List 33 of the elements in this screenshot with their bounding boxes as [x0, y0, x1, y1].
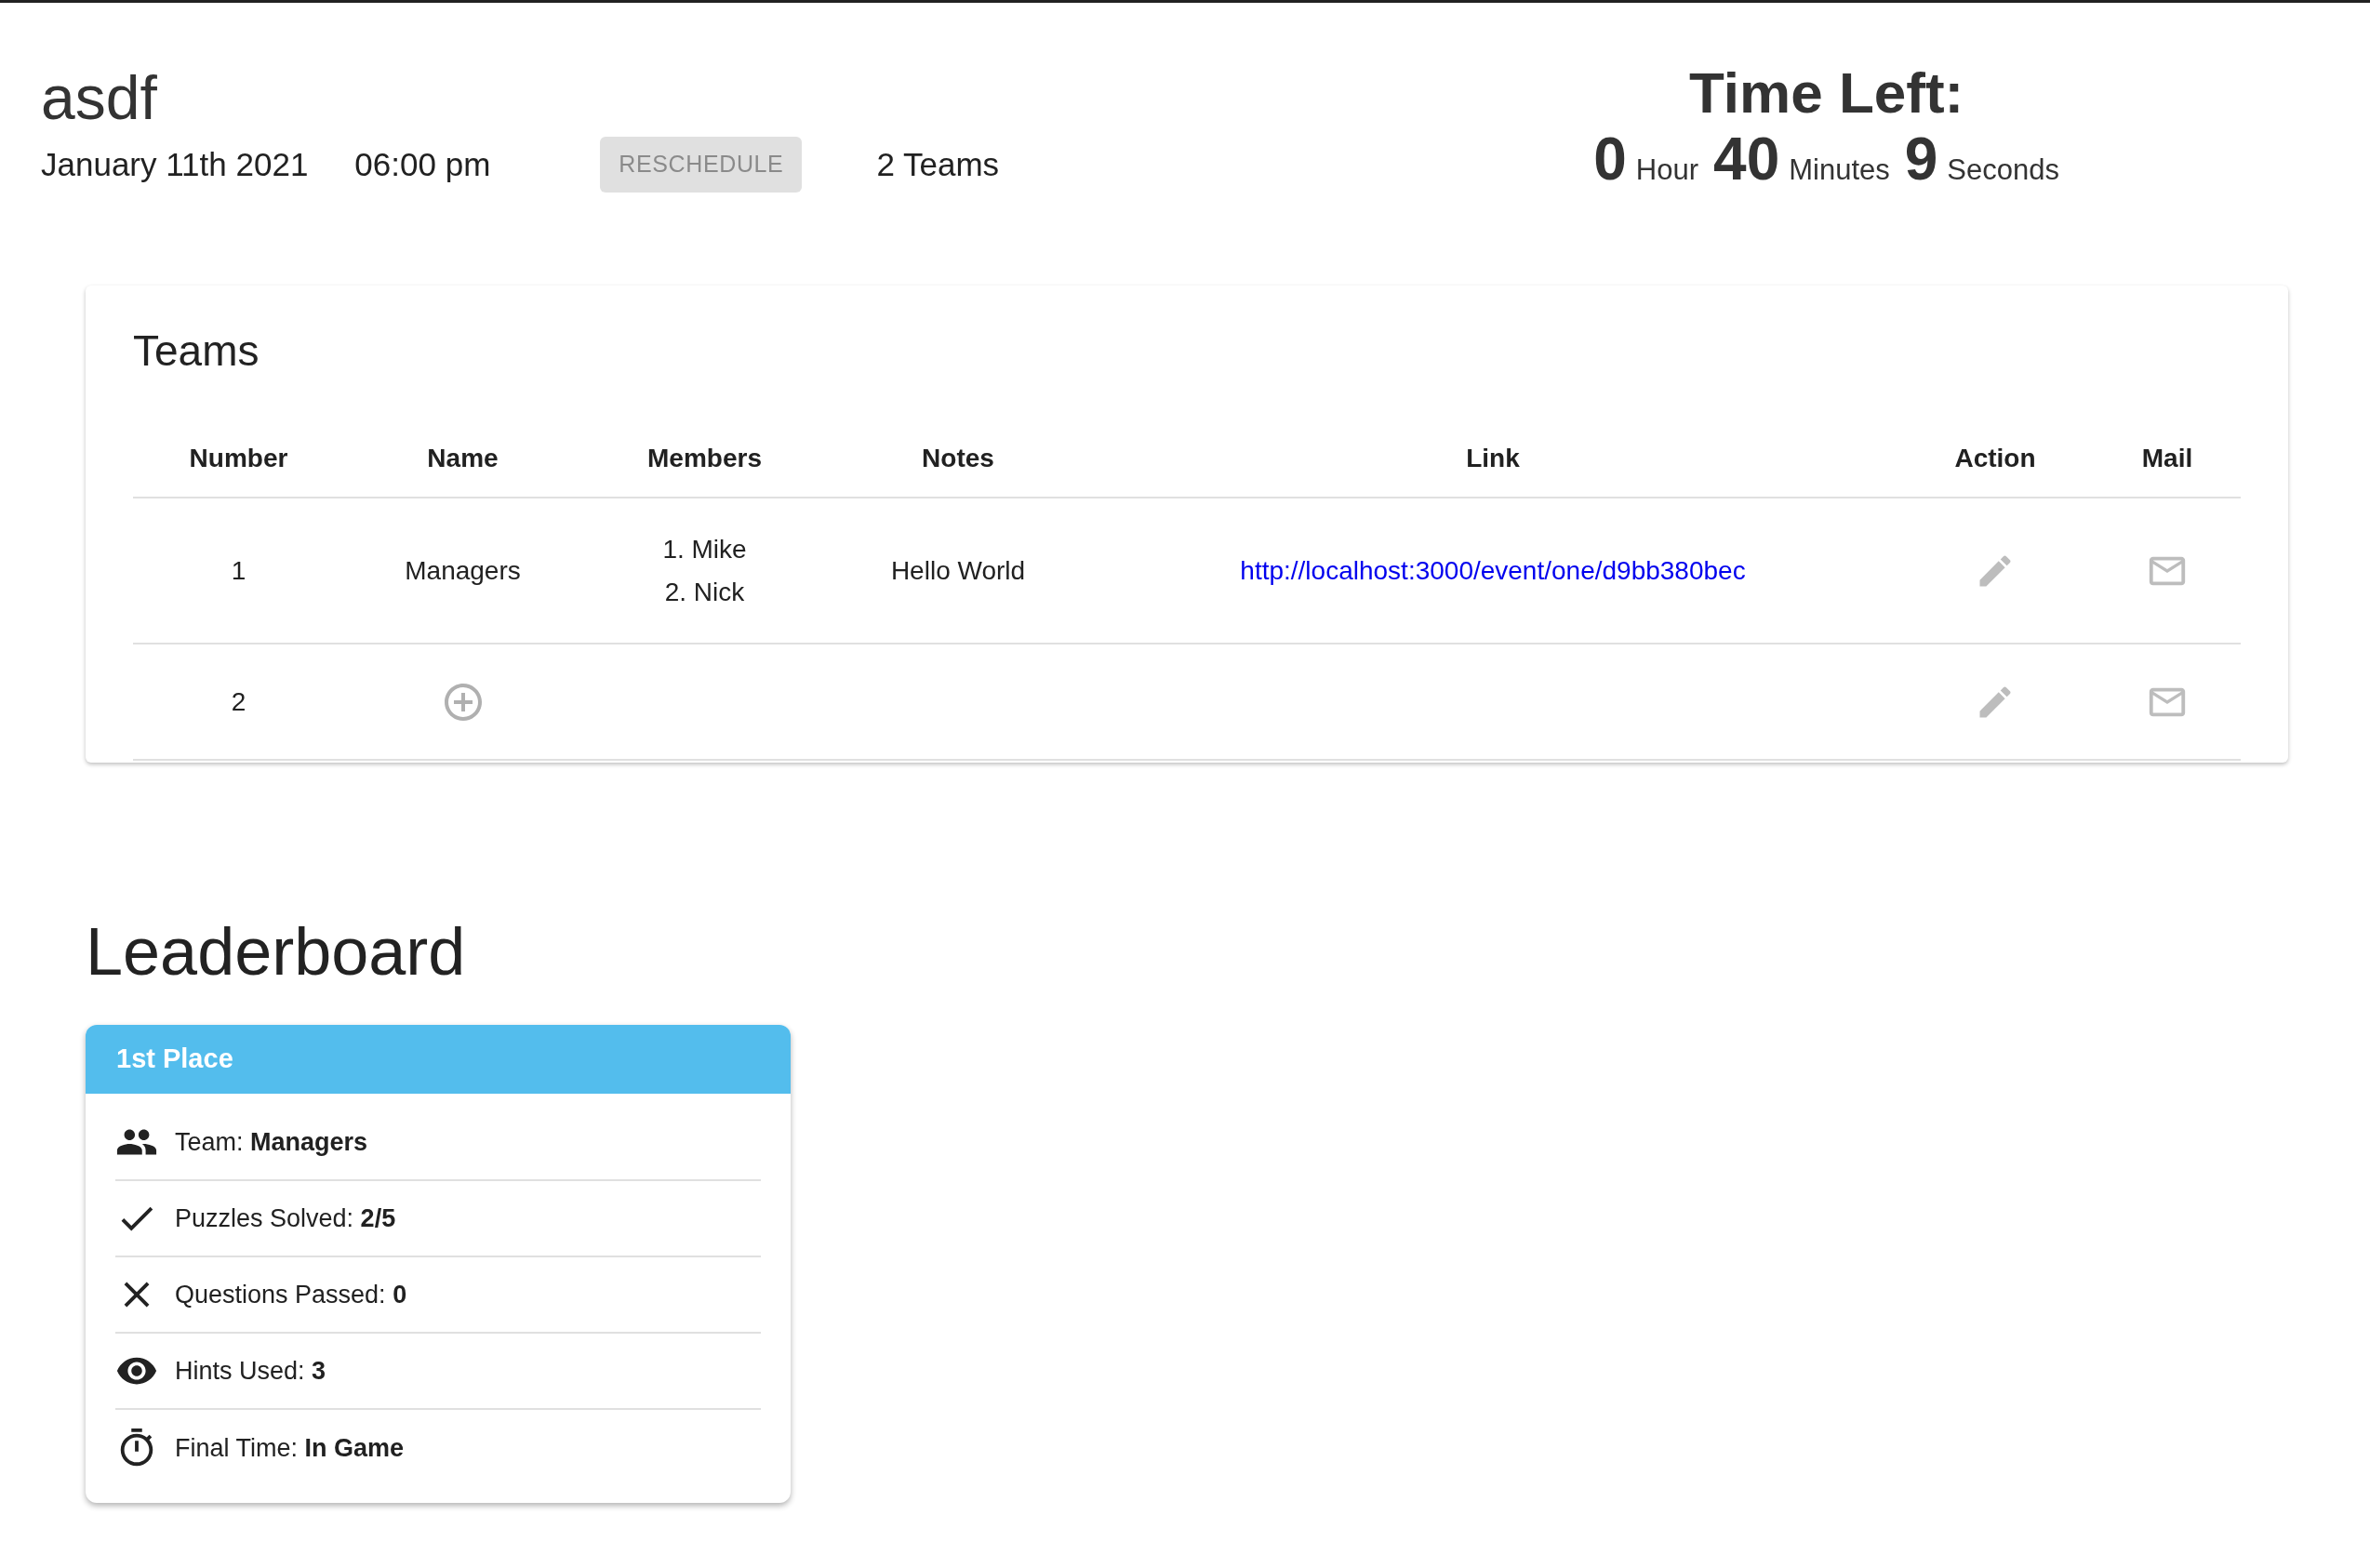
event-date: January 11th 2021: [41, 144, 309, 184]
countdown-number: 0: [1593, 126, 1627, 193]
column-header: Action: [1953, 443, 2037, 474]
stat-text: Questions Passed: 0: [175, 1279, 407, 1310]
card-header: 1st Place: [86, 1025, 791, 1094]
team-count: 2 Teams: [876, 144, 1000, 184]
section-title: Leaderboard: [86, 913, 467, 990]
stat-text: Puzzles Solved: 2/5: [175, 1203, 396, 1234]
column-header: Notes: [921, 443, 995, 474]
stat-text: Team: Managers: [175, 1126, 368, 1158]
column-header: Mail: [2140, 443, 2194, 474]
countdown-unit: Hour: [1635, 153, 1699, 188]
table-cell-text: Managers: [405, 554, 521, 587]
column-header: Number: [188, 443, 289, 474]
column-header: Members: [646, 443, 763, 474]
column-header: Link: [1465, 443, 1521, 474]
time-left-title: Time Left:: [1689, 60, 1964, 126]
table-cell-text: 1: [230, 554, 247, 587]
card-title: Teams: [133, 326, 260, 377]
member-name: 1. Mike: [662, 533, 747, 565]
event-time: 06:00 pm: [354, 144, 491, 184]
stat-text: Hints Used: 3: [175, 1355, 326, 1387]
member-name: 2. Nick: [664, 576, 745, 608]
countdown-number: 9: [1904, 126, 1938, 193]
table-cell-text: Hello World: [890, 554, 1026, 587]
stat-text: Final Time: In Game: [175, 1432, 405, 1464]
countdown-number: 40: [1713, 126, 1780, 193]
event-title: asdf: [41, 62, 158, 134]
team-link[interactable]: http://localhost:3000/event/one/d9bb380bec: [1240, 551, 1746, 591]
countdown-unit: Minutes: [1789, 153, 1890, 188]
countdown-unit: Seconds: [1947, 153, 2059, 188]
table-cell-text: 2: [230, 685, 247, 718]
column-header: Name: [426, 443, 499, 474]
